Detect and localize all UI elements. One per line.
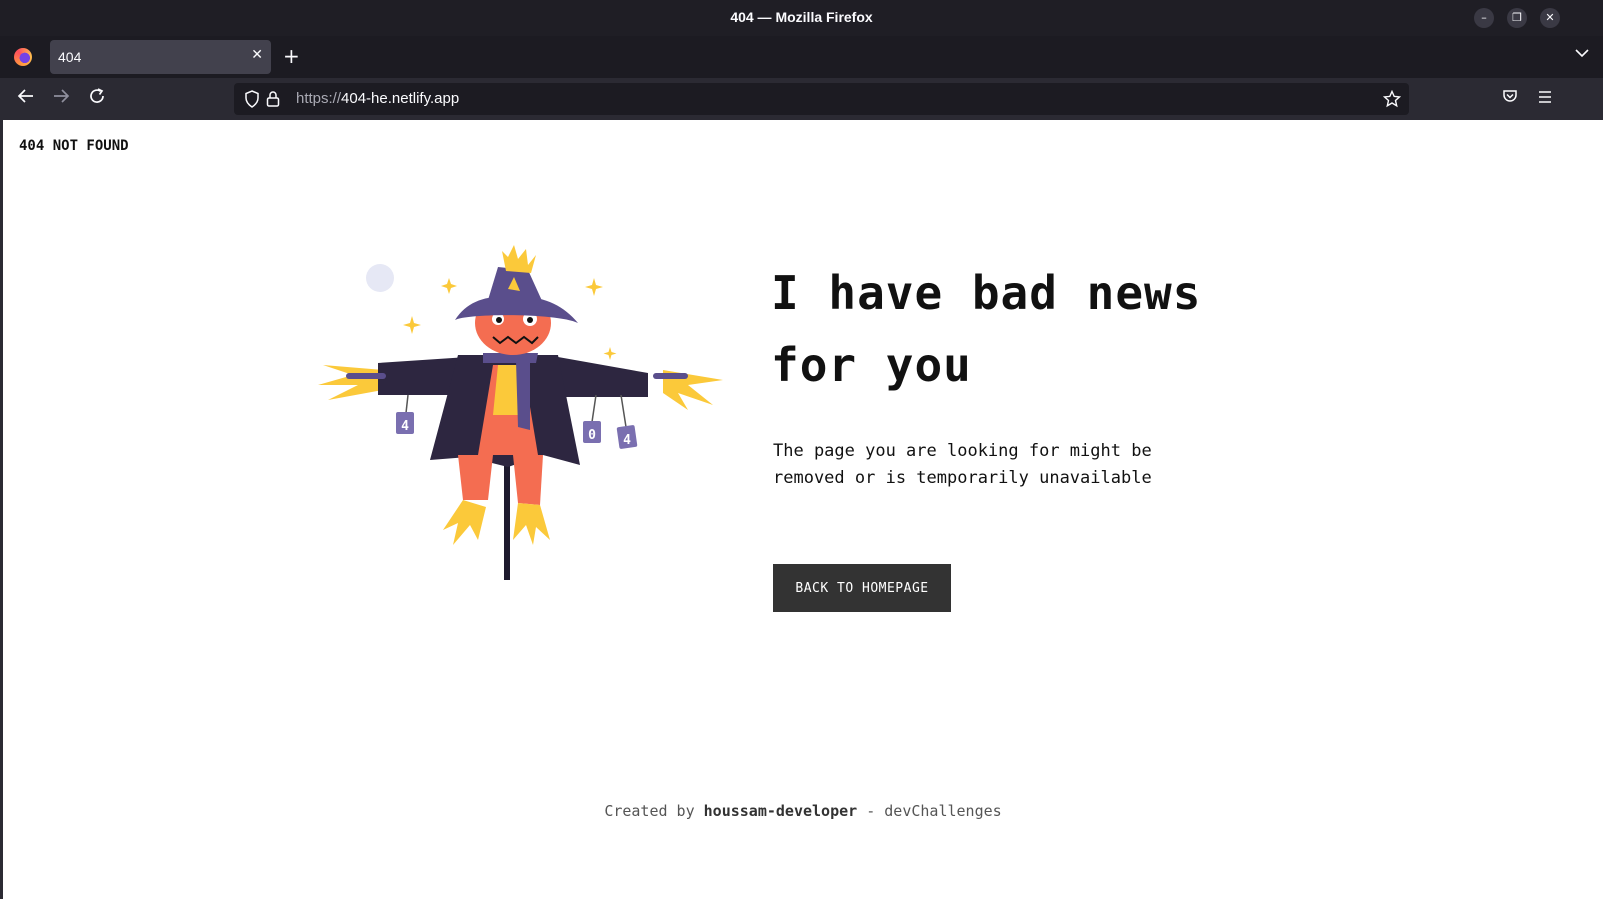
url-text[interactable]: https://404-he.netlify.app [296, 90, 459, 107]
firefox-icon[interactable] [14, 48, 32, 66]
footer-suffix: - devChallenges [866, 802, 1002, 820]
scarecrow-illustration: 4 0 4 [318, 245, 723, 580]
page-viewport: 404 NOT FOUND 4 0 4 I have bad news for … [3, 120, 1603, 899]
page-headline: I have bad news for you [771, 266, 1202, 392]
forward-arrow-icon[interactable] [49, 87, 73, 111]
window-titlebar: 404 — Mozilla Firefox – ❐ ✕ [0, 0, 1603, 36]
tab-404[interactable]: 404 ✕ [50, 40, 271, 74]
page-description: The page you are looking for might be re… [773, 441, 1152, 488]
can-label-4a: 4 [401, 419, 409, 434]
pocket-icon[interactable] [1498, 87, 1522, 111]
shield-icon[interactable] [244, 90, 260, 112]
bookmark-star-icon[interactable] [1382, 89, 1402, 112]
navigation-toolbar: https://404-he.netlify.app [0, 78, 1603, 120]
chevron-down-icon[interactable] [1575, 46, 1589, 62]
url-host: 404-he.netlify.app [341, 90, 460, 107]
minimize-icon[interactable]: – [1474, 8, 1494, 28]
back-to-homepage-button[interactable]: BACK TO HOMEPAGE [773, 564, 951, 612]
brand-label: 404 NOT FOUND [19, 138, 129, 154]
back-arrow-icon[interactable] [14, 87, 38, 111]
close-icon[interactable]: ✕ [1540, 8, 1560, 28]
tab-close-icon[interactable]: ✕ [251, 47, 263, 63]
window-title: 404 — Mozilla Firefox [730, 9, 873, 25]
moon-shape [366, 264, 394, 292]
tab-label: 404 [58, 49, 82, 65]
tab-strip: 404 ✕ + [0, 36, 1603, 78]
footer-prefix: Created by [604, 802, 695, 820]
lock-icon[interactable] [266, 90, 280, 112]
restore-icon[interactable]: ❐ [1507, 8, 1527, 28]
page-footer: Created by houssam-developer - devChalle… [3, 802, 1603, 820]
footer-author-link[interactable]: houssam-developer [704, 802, 858, 820]
can-label-4b: 4 [623, 433, 631, 448]
can-label-0: 0 [588, 428, 596, 443]
url-bar[interactable]: https://404-he.netlify.app [234, 83, 1409, 115]
hamburger-menu-icon[interactable] [1533, 87, 1557, 111]
new-tab-icon[interactable]: + [283, 45, 300, 67]
reload-icon[interactable] [85, 87, 109, 111]
url-protocol: https:// [296, 90, 342, 107]
